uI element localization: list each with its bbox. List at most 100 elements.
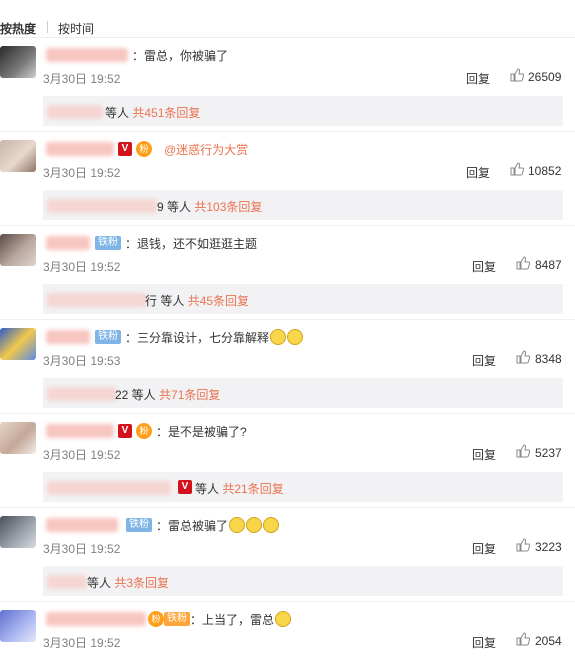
sort-tabs: 按热度 按时间 xyxy=(0,0,575,38)
comment-time: 3月30日 19:52 xyxy=(43,72,121,86)
reply-button[interactable]: 回复 xyxy=(472,352,496,369)
comment-time: 3月30日 19:52 xyxy=(43,166,121,180)
reply-users-blurred xyxy=(47,575,87,589)
emoji-icon xyxy=(246,517,263,533)
like-button[interactable]: 2054 xyxy=(516,632,564,648)
thumbs-up-icon xyxy=(516,444,530,458)
reply-summary-text: 9 等人 共103条回复 xyxy=(157,200,263,214)
tab-time[interactable]: 按时间 xyxy=(58,20,94,37)
reply-summary-text: 等人 共3条回复 xyxy=(87,576,170,590)
thumbs-up-icon xyxy=(516,538,530,552)
reply-users-blurred xyxy=(47,481,171,495)
reply-summary[interactable]: 等人 共3条回复 xyxy=(43,566,563,596)
comment-item: 铁粉 ：雷总被骗了 3月30日 19:52 回复 3223 等人 共3条回复 xyxy=(0,508,575,602)
tab-hot[interactable]: 按热度 xyxy=(0,20,36,37)
reply-button[interactable]: 回复 xyxy=(466,70,490,87)
emoji-icon xyxy=(275,611,292,627)
comment-item: 铁粉 ：三分靠设计，七分靠解释 3月30日 19:53 回复 8348 22 等… xyxy=(0,320,575,414)
comment-time: 3月30日 19:52 xyxy=(43,260,121,274)
thumbs-up-icon xyxy=(510,162,524,176)
comment-time: 3月30日 19:52 xyxy=(43,542,121,556)
comment-text: ：三分靠设计，七分靠解释 xyxy=(125,329,304,346)
fan-badge: 铁粉 xyxy=(95,330,121,344)
comment-time: 3月30日 19:53 xyxy=(43,354,121,368)
reply-summary-text: 22 等人 共71条回复 xyxy=(115,388,221,402)
username-blurred[interactable] xyxy=(46,612,146,626)
like-count: 5237 xyxy=(535,446,562,460)
avatar[interactable] xyxy=(0,234,36,266)
reply-count-link[interactable]: 共451条回复 xyxy=(132,106,200,120)
avatar[interactable] xyxy=(0,328,36,360)
avatar[interactable] xyxy=(0,46,36,78)
fan-icon: 粉 xyxy=(136,141,152,157)
like-button[interactable]: 5237 xyxy=(516,444,564,460)
reply-summary-text: 等人 共21条回复 xyxy=(195,482,284,496)
reply-summary[interactable]: V 等人 共21条回复 xyxy=(43,472,563,502)
username-blurred[interactable] xyxy=(46,330,90,344)
comment-item: V 粉 @迷惑行为大赏 3月30日 19:52 回复 10852 9 等人 共1… xyxy=(0,132,575,226)
like-button[interactable]: 3223 xyxy=(516,538,564,554)
reply-summary[interactable]: 等人 共451条回复 xyxy=(43,96,563,126)
fan-badge: 铁粉 xyxy=(95,236,121,250)
like-button[interactable]: 8348 xyxy=(516,350,564,366)
avatar[interactable] xyxy=(0,610,36,642)
reply-button[interactable]: 回复 xyxy=(472,540,496,557)
username-blurred[interactable] xyxy=(46,518,118,532)
comment-item: 粉 铁粉 ：上当了，雷总 3月30日 19:52 回复 2054 xyxy=(0,602,575,662)
emoji-icon xyxy=(270,329,287,345)
emoji-icon xyxy=(229,517,246,533)
reply-count-link[interactable]: 共3条回复 xyxy=(114,576,169,590)
fan-icon: 粉 xyxy=(136,423,152,439)
avatar[interactable] xyxy=(0,516,36,548)
username-blurred[interactable] xyxy=(46,424,114,438)
reply-users-blurred xyxy=(47,387,117,401)
avatar[interactable] xyxy=(0,422,36,454)
comment-text: ：雷总，你被骗了 xyxy=(132,49,229,63)
like-button[interactable]: 26509 xyxy=(510,68,564,84)
comment-text: ：退钱，还不如逛逛主题 xyxy=(125,237,258,251)
reply-summary[interactable]: 22 等人 共71条回复 xyxy=(43,378,563,408)
thumbs-up-icon xyxy=(516,350,530,364)
like-count: 10852 xyxy=(528,164,562,178)
reply-count-link[interactable]: 共45条回复 xyxy=(188,294,249,308)
reply-count-link[interactable]: 共103条回复 xyxy=(194,200,262,214)
like-count: 3223 xyxy=(535,540,562,554)
thumbs-up-icon xyxy=(510,68,524,82)
comment-text: ：上当了，雷总 xyxy=(190,611,292,628)
username-blurred[interactable] xyxy=(46,48,128,62)
reply-button[interactable]: 回复 xyxy=(472,258,496,275)
fan-badge: 铁粉 xyxy=(126,518,152,532)
like-button[interactable]: 10852 xyxy=(510,162,564,178)
thumbs-up-icon xyxy=(516,256,530,270)
emoji-icon xyxy=(287,329,304,345)
reply-button[interactable]: 回复 xyxy=(472,446,496,463)
fan-badge: 铁粉 xyxy=(164,612,190,626)
verified-icon: V xyxy=(118,142,132,156)
comment-item: ：雷总，你被骗了 3月30日 19:52 回复 26509 等人 共451条回复 xyxy=(0,38,575,132)
comment-text[interactable]: @迷惑行为大赏 xyxy=(164,141,248,158)
like-count: 8487 xyxy=(535,258,562,272)
like-count: 8348 xyxy=(535,352,562,366)
comment-time: 3月30日 19:52 xyxy=(43,636,121,650)
reply-summary[interactable]: 行 等人 共45条回复 xyxy=(43,284,563,314)
verified-icon: V xyxy=(178,480,192,494)
reply-button[interactable]: 回复 xyxy=(466,164,490,181)
avatar[interactable] xyxy=(0,140,36,172)
like-count: 2054 xyxy=(535,634,562,648)
reply-summary[interactable]: 9 等人 共103条回复 xyxy=(43,190,563,220)
comment-time: 3月30日 19:52 xyxy=(43,448,121,462)
reply-count-link[interactable]: 共71条回复 xyxy=(159,388,220,402)
reply-users-blurred xyxy=(47,199,157,213)
like-button[interactable]: 8487 xyxy=(516,256,564,272)
reply-button[interactable]: 回复 xyxy=(472,634,496,651)
reply-users-blurred xyxy=(47,293,147,307)
comment-text: ：是不是被骗了? xyxy=(156,425,247,439)
reply-count-link[interactable]: 共21条回复 xyxy=(222,482,283,496)
comment-item: 铁粉 ：退钱，还不如逛逛主题 3月30日 19:52 回复 8487 行 等人 … xyxy=(0,226,575,320)
username-blurred[interactable] xyxy=(46,142,114,156)
like-count: 26509 xyxy=(528,70,562,84)
emoji-icon xyxy=(263,517,280,533)
username-blurred[interactable] xyxy=(46,236,90,250)
verified-icon: V xyxy=(118,424,132,438)
comment-text: ：雷总被骗了 xyxy=(156,517,280,534)
